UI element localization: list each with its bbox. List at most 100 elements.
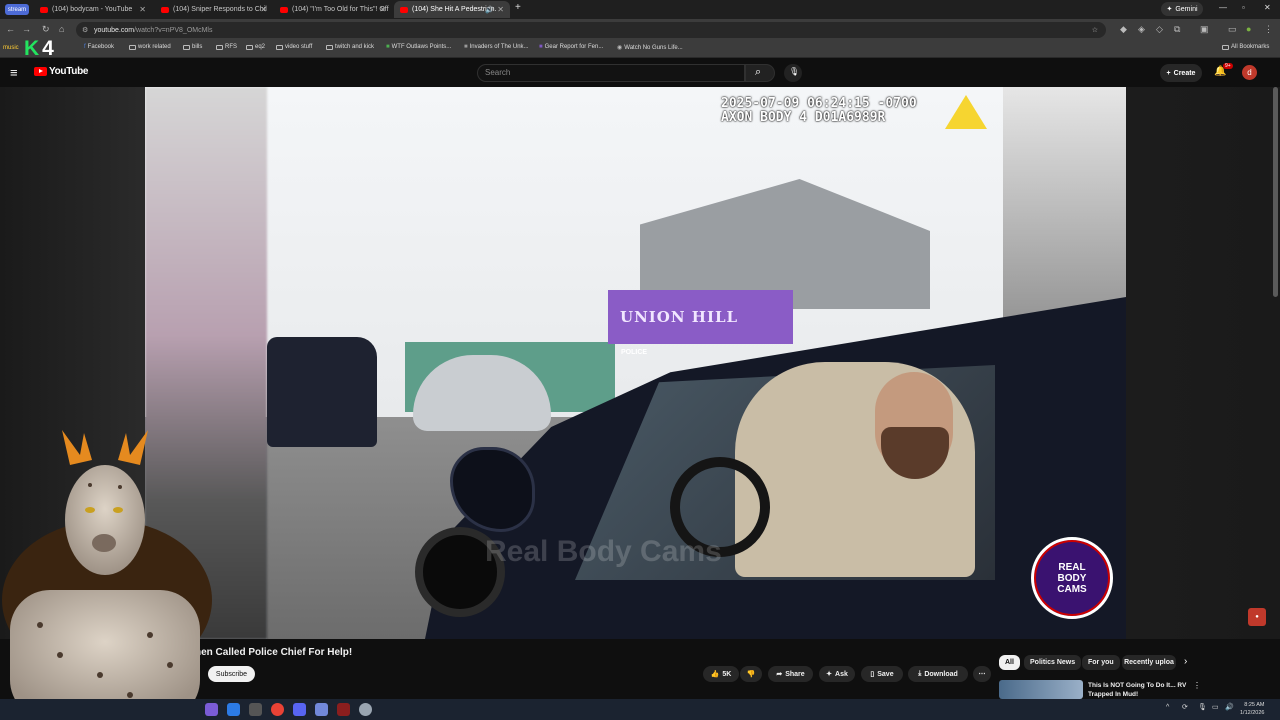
close-tab-icon[interactable]: ✕ [139, 5, 146, 14]
gemini-button[interactable]: ✦ Gemini [1161, 2, 1203, 16]
extension-icon[interactable]: ◆ [1120, 24, 1127, 35]
create-button[interactable]: + Create [1160, 64, 1202, 82]
bookmark-folder[interactable]: RFS [216, 44, 237, 50]
bookmark-folder[interactable]: work related [129, 44, 171, 50]
microphone-tray-icon[interactable]: 🎙 [1198, 703, 1207, 711]
more-options-icon[interactable]: ⋮ [1193, 681, 1201, 690]
more-icon: ⋯ [978, 671, 986, 678]
bookmark-label: work related [138, 44, 171, 50]
close-window-icon[interactable]: ✕ [1264, 3, 1271, 12]
browser-toolbar: ← → ↻ ⌂ ⚙ youtube.com/watch?v=nPV8_OMcMl… [0, 19, 1280, 41]
forward-icon[interactable]: → [22, 24, 31, 34]
menu-kebab-icon[interactable]: ⋮ [1264, 24, 1273, 35]
video-watermark: Real Body Cams [485, 535, 722, 568]
youtube-logo[interactable]: YouTube [34, 66, 89, 77]
subscribe-watermark-button[interactable]: ● [1248, 608, 1266, 626]
all-bookmarks[interactable]: All Bookmarks [1222, 44, 1269, 50]
dislike-button[interactable]: 👎 [740, 666, 762, 682]
taskbar-app-icon[interactable] [205, 703, 218, 716]
address-bar[interactable]: ⚙ youtube.com/watch?v=nPV8_OMcMls ☆ [76, 22, 1106, 38]
browser-tab-3[interactable]: (104) "I'm Too Old for This"! Off ✕ [274, 1, 392, 18]
chip-recently-uploaded[interactable]: Recently uploa [1122, 655, 1176, 670]
browser-tab-title: (104) bodycam - YouTube [52, 6, 133, 13]
hamburger-menu-icon[interactable]: ≡ [10, 65, 18, 80]
minimize-icon[interactable]: — [1219, 3, 1227, 12]
volume-icon[interactable]: 🔊 [1225, 703, 1234, 711]
bookmark-folder[interactable]: video stuff [276, 44, 312, 50]
sparkle-icon: ✦ [826, 671, 833, 678]
sidepanel-icon[interactable]: ▣ [1200, 24, 1209, 35]
ask-label: Ask [835, 670, 848, 678]
subscribe-button[interactable]: Subscribe [208, 666, 255, 682]
bookmark-star-icon[interactable]: ☆ [1092, 26, 1098, 34]
taskbar-app-icon[interactable] [337, 703, 350, 716]
extension-icon[interactable]: ◈ [1138, 24, 1145, 35]
site-info-icon[interactable]: ⚙ [82, 26, 88, 34]
ask-button[interactable]: ✦ Ask [819, 666, 855, 682]
share-icon: ➦ [776, 671, 783, 678]
chip-for-you[interactable]: For you [1082, 655, 1120, 670]
profile-icon[interactable]: ● [1246, 24, 1251, 34]
bookmark-item[interactable]: f Facebook [84, 44, 114, 50]
maximize-icon[interactable]: ▫ [1242, 3, 1245, 12]
extension-icon[interactable]: ◇ [1156, 24, 1163, 35]
page-scrollbar[interactable] [1273, 87, 1278, 297]
recommended-video-thumbnail[interactable] [999, 680, 1083, 699]
create-label: Create [1173, 69, 1196, 77]
bookmark-folder[interactable]: eq2 [246, 44, 265, 50]
browser-tab-title: (104) She Hit A Pedestrian. [412, 6, 497, 13]
discord-taskbar-icon[interactable] [293, 703, 306, 716]
bookmark-item[interactable]: ■ WTF Outlaws Points... [386, 44, 451, 50]
close-tab-icon[interactable]: ✕ [497, 5, 504, 14]
bookmark-folder[interactable]: bills [183, 44, 202, 50]
bookmark-folder[interactable]: twitch and kick [326, 44, 374, 50]
browser-tab-2[interactable]: (104) Sniper Responds to Chil ✕ [155, 1, 273, 18]
taskbar-app-icon[interactable] [315, 703, 328, 716]
bookmark-label: eq2 [255, 44, 266, 50]
chip-politics-news[interactable]: Politics News [1024, 655, 1082, 670]
recommended-video-title[interactable]: This Is NOT Going To Do It... RV Trapped… [1088, 681, 1188, 699]
save-label: Save [877, 670, 894, 678]
folder-icon [216, 44, 223, 50]
taskbar-app-icon[interactable] [249, 703, 262, 716]
browser-tab-4-active[interactable]: (104) She Hit A Pedestrian. 🔊 ✕ [394, 1, 510, 18]
taskbar-app-icon[interactable] [227, 703, 240, 716]
search-button[interactable]: ⌕ [745, 64, 775, 82]
network-icon[interactable]: ▭ [1212, 703, 1219, 711]
chevron-up-icon[interactable]: ^ [1166, 704, 1169, 711]
tab-group-stream[interactable]: stream [5, 4, 29, 15]
share-button[interactable]: ➦ Share [768, 666, 813, 682]
settings-gear-icon[interactable] [359, 703, 372, 716]
close-tab-icon[interactable]: ✕ [379, 5, 386, 14]
speaker-icon[interactable]: 🔊 [485, 6, 494, 14]
extensions-puzzle-icon[interactable]: ⧉ [1174, 24, 1180, 35]
download-button[interactable]: ⤓ Download [908, 666, 968, 682]
bookmark-item[interactable]: ◉ Watch No Guns Life... [617, 44, 683, 52]
video-player[interactable]: UNION HILL POLICE 2025-07-09 06:24:15 -0… [145, 87, 1126, 639]
cast-icon[interactable]: ▭ [1228, 24, 1237, 35]
like-button[interactable]: 👍 5K [703, 666, 739, 682]
folder-icon [326, 44, 333, 50]
chrome-taskbar-icon[interactable] [271, 703, 284, 716]
search-input[interactable]: Search [477, 64, 745, 82]
browser-tab-title: (104) Sniper Responds to Chil [173, 6, 267, 13]
system-clock[interactable]: 8:25 AM 1/12/2026 [1240, 701, 1264, 717]
save-button[interactable]: ▯ Save [861, 666, 903, 682]
home-icon[interactable]: ⌂ [59, 24, 64, 34]
reload-icon[interactable]: ↻ [42, 24, 50, 35]
new-tab-icon[interactable]: + [515, 2, 521, 13]
chip-all[interactable]: All [999, 655, 1020, 670]
account-avatar[interactable]: d [1242, 65, 1257, 80]
voice-search-button[interactable]: 🎙 [784, 64, 802, 82]
more-actions-button[interactable]: ⋯ [973, 666, 991, 682]
close-tab-icon[interactable]: ✕ [260, 5, 267, 14]
browser-tab-1[interactable]: (104) bodycam - YouTube ✕ [34, 1, 152, 18]
chevron-right-icon[interactable]: › [1184, 656, 1187, 667]
url-path: /watch?v=nPV8_OMcMls [134, 26, 213, 34]
bookmark-item[interactable]: ■ Gear Report for Fen... [539, 44, 603, 50]
site-favicon-icon: ■ [386, 44, 390, 50]
bookmark-item[interactable]: ■ Invaders of The Unk... [464, 44, 529, 50]
sync-icon[interactable]: ⟳ [1182, 703, 1188, 711]
thumbs-down-icon: 👎 [746, 671, 756, 678]
back-icon[interactable]: ← [6, 24, 15, 34]
